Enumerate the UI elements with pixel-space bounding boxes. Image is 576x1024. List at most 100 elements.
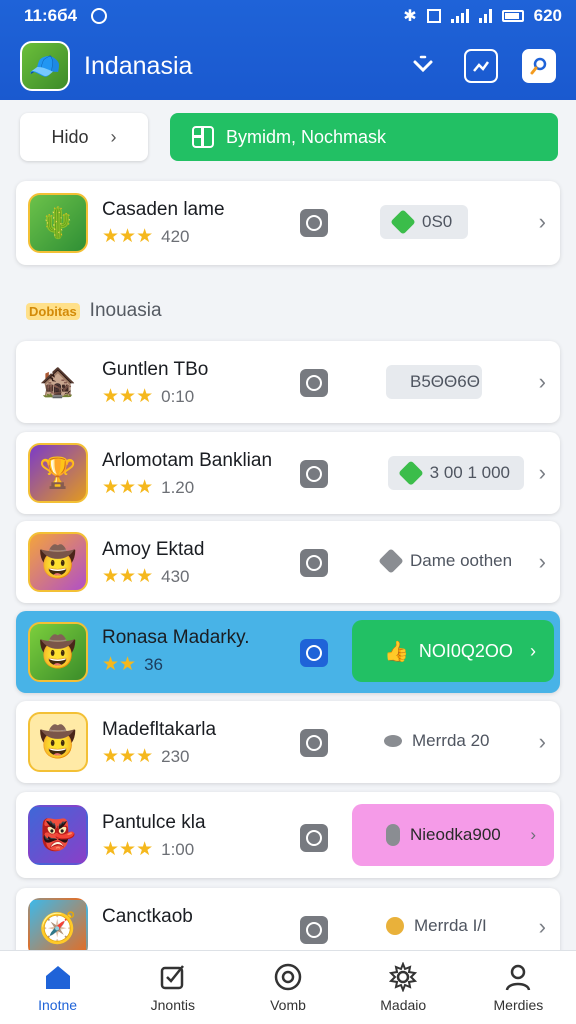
list-item-selected[interactable]: 🤠 Ronasa Madarky. ★★ 36 👍 NOI0Q2OO › bbox=[16, 611, 560, 693]
rating: ★★ 36 bbox=[102, 654, 163, 675]
list-item[interactable]: 🤠 Amoy Ektad ★★★ 430 Dame oothen › bbox=[16, 521, 560, 603]
game-name: Pantulce kla bbox=[102, 812, 206, 833]
list-item[interactable]: 🤠 Madefltakarla ★★★ 230 Merrda 20 › bbox=[16, 701, 560, 783]
price-tag: Dame oothen bbox=[378, 548, 512, 574]
info-icon[interactable] bbox=[300, 549, 328, 577]
chevron-right-icon[interactable]: › bbox=[539, 369, 546, 395]
chevron-right-icon[interactable]: › bbox=[539, 914, 546, 940]
notification-icon bbox=[91, 8, 108, 24]
chevron-right-icon[interactable]: › bbox=[539, 729, 546, 755]
price-tag: Merrda 20 bbox=[384, 731, 489, 751]
price-tag: 3 00 1 000 bbox=[388, 456, 524, 490]
nav-label: Jnontis bbox=[150, 996, 195, 1013]
nav-item-vomb[interactable]: Vomb bbox=[230, 951, 345, 1024]
nav-label: Madaio bbox=[380, 996, 427, 1013]
game-name: Arlomotam Banklian bbox=[102, 450, 273, 471]
info-icon[interactable] bbox=[300, 916, 328, 944]
list-item[interactable]: 🏚️ Guntlen TBo ★★★ 0:10 B5ΘΘ6Θ › bbox=[16, 341, 560, 423]
list-item[interactable]: 👺 Pantulce kla ★★★ 1:00 Nieodka900 › bbox=[16, 792, 560, 878]
game-name: Guntlen TBo bbox=[102, 359, 209, 380]
battery-text: 620 bbox=[533, 6, 562, 25]
status-time: 11:6б4 bbox=[24, 6, 78, 25]
circle-icon bbox=[273, 963, 303, 991]
info-icon[interactable] bbox=[300, 824, 328, 852]
game-name: Canctkaob bbox=[102, 906, 193, 927]
featured-game-card[interactable]: 🌵 Casaden lame ★★★ 420 0S0 › bbox=[16, 181, 560, 265]
list-item[interactable]: 🏆 Arlomotam Banklian ★★★ 1.20 3 00 1 000 … bbox=[16, 432, 560, 514]
filter-chip[interactable]: Hido › bbox=[20, 113, 148, 161]
info-icon[interactable] bbox=[300, 209, 328, 237]
chevron-right-icon[interactable]: › bbox=[539, 460, 546, 486]
game-thumbnail: 👺 bbox=[28, 805, 88, 865]
gray-gem-icon bbox=[378, 548, 404, 574]
nav-label: Merdies bbox=[493, 996, 544, 1013]
chevron-right-icon: › bbox=[530, 825, 536, 844]
bottom-nav: Inotne Jnontis Vomb Madaio Merdies bbox=[0, 950, 576, 1024]
info-icon[interactable] bbox=[300, 729, 328, 757]
info-icon[interactable] bbox=[300, 369, 328, 397]
star-icon: ★★★ bbox=[102, 226, 154, 247]
green-gem-icon bbox=[398, 460, 424, 486]
section-header: Dobitas Inouasia bbox=[26, 300, 162, 322]
signal-icon bbox=[450, 9, 469, 23]
price-button[interactable]: 👍 NOI0Q2OO › bbox=[352, 620, 554, 682]
game-thumbnail: 🧭 bbox=[28, 898, 88, 958]
nav-label: Vomb bbox=[270, 996, 306, 1013]
star-icon: ★★★ bbox=[102, 746, 154, 767]
price-tag: 0S0 bbox=[380, 205, 468, 239]
section-logo: Dobitas bbox=[26, 302, 80, 320]
list-item[interactable]: 🧭 Canctkaob Merrda I/I › bbox=[16, 888, 560, 958]
game-thumbnail: 🤠 bbox=[28, 712, 88, 772]
nav-item-home[interactable]: Inotne bbox=[0, 951, 115, 1024]
chevron-right-icon: › bbox=[530, 640, 536, 661]
game-thumbnail: 🏚️ bbox=[28, 352, 88, 412]
star-icon: ★★ bbox=[102, 654, 137, 675]
primary-action-button[interactable]: Bymidm, Nochmask bbox=[170, 113, 558, 161]
game-thumbnail: 🤠 bbox=[28, 622, 88, 682]
search-button[interactable] bbox=[522, 49, 556, 83]
game-name: Amoy Ektad bbox=[102, 539, 205, 560]
game-name: Madefltakarla bbox=[102, 719, 217, 740]
app-bar: 🧢 Indanasia bbox=[0, 36, 576, 96]
gray-capsule-icon bbox=[386, 824, 400, 846]
green-gem-icon bbox=[390, 209, 416, 235]
gear-icon bbox=[388, 961, 418, 992]
wifi-signal-icon bbox=[478, 9, 492, 23]
image-icon bbox=[426, 9, 441, 23]
nav-item-jnontis[interactable]: Jnontis bbox=[115, 951, 230, 1024]
game-thumbnail: 🤠 bbox=[28, 532, 88, 592]
section-title: Inouasia bbox=[89, 300, 162, 321]
primary-action-label: Bymidm, Nochmask bbox=[226, 126, 387, 147]
gold-coin-icon bbox=[386, 917, 404, 935]
info-icon[interactable] bbox=[300, 460, 328, 488]
app-logo-icon[interactable]: 🧢 bbox=[20, 41, 70, 91]
top-bar: 11:6б4 ✱ 620 🧢 Indanasia bbox=[0, 0, 576, 100]
chevron-right-icon: › bbox=[110, 126, 117, 147]
person-icon bbox=[503, 963, 533, 991]
nav-item-merdies[interactable]: Merdies bbox=[461, 951, 576, 1024]
rating: ★★★ 0:10 bbox=[102, 386, 195, 407]
nav-item-madaio[interactable]: Madaio bbox=[346, 951, 461, 1024]
search-icon bbox=[530, 57, 547, 75]
chevron-right-icon[interactable]: › bbox=[539, 549, 546, 575]
price-tag: Merrda I/I bbox=[386, 916, 487, 936]
game-name: Casaden lame bbox=[102, 199, 225, 220]
price-button[interactable]: Nieodka900 › bbox=[352, 804, 554, 866]
filter-row: Hido › Bymidm, Nochmask bbox=[20, 113, 558, 161]
dropdown-button[interactable] bbox=[406, 49, 440, 83]
checkbox-icon bbox=[158, 963, 188, 991]
price-tag: B5ΘΘ6Θ bbox=[386, 365, 482, 399]
gallery-button[interactable] bbox=[464, 49, 498, 83]
game-thumbnail: 🌵 bbox=[28, 193, 88, 253]
status-bar: 11:6б4 ✱ 620 bbox=[0, 0, 576, 32]
game-name: Ronasa Madarky. bbox=[102, 627, 250, 648]
gallery-icon bbox=[473, 61, 490, 72]
info-icon[interactable] bbox=[300, 639, 328, 667]
chevron-right-icon[interactable]: › bbox=[539, 209, 546, 235]
thumbs-up-icon: 👍 bbox=[384, 640, 409, 663]
battery-icon bbox=[501, 10, 524, 22]
star-icon: ★★★ bbox=[102, 839, 154, 860]
bluetooth-icon: ✱ bbox=[403, 8, 417, 25]
app-title: Indanasia bbox=[84, 51, 193, 80]
star-icon: ★★★ bbox=[102, 386, 154, 407]
